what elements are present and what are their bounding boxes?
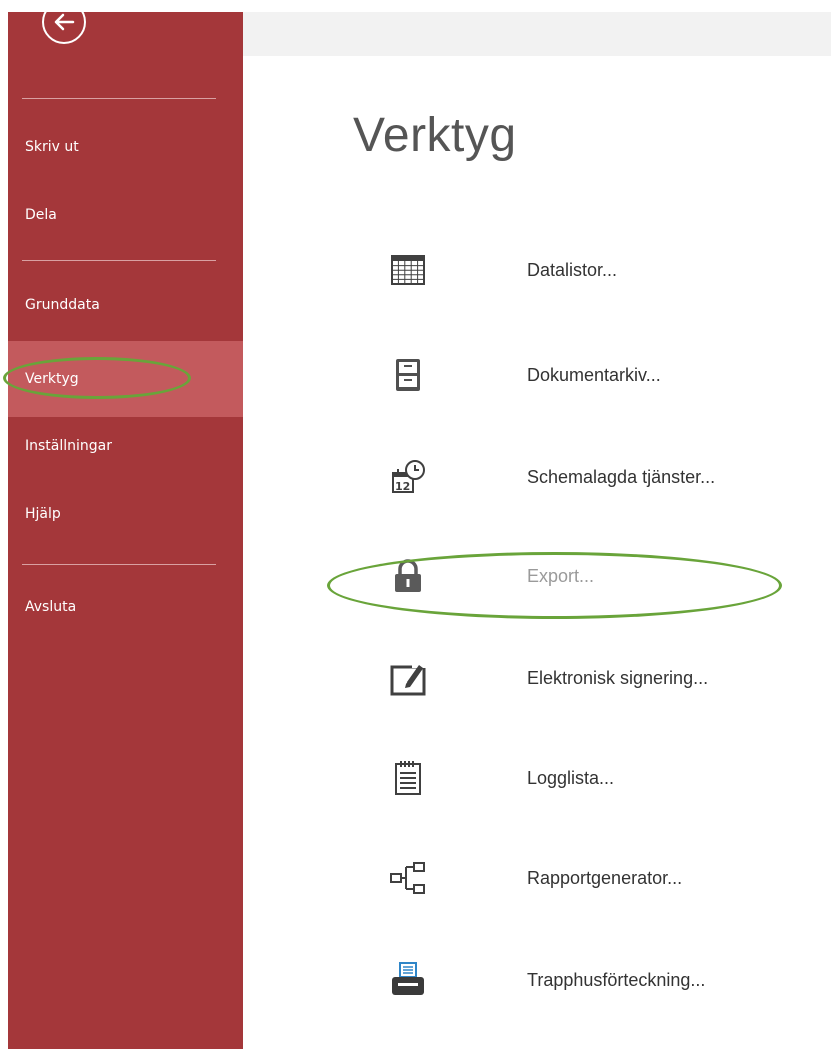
- nav-item-share[interactable]: Dela: [8, 195, 243, 235]
- tool-document-archive[interactable]: Dokumentarkiv...: [370, 345, 831, 405]
- sidebar: Skriv ut Dela Grunddata Verktyg Inställn…: [8, 0, 243, 1049]
- tool-label: Dokumentarkiv...: [527, 365, 661, 385]
- tool-report-generator[interactable]: Rapportgenerator...: [370, 848, 831, 908]
- divider: [22, 564, 216, 565]
- tool-label: Trapphusförteckning...: [527, 970, 706, 990]
- signature-icon: [390, 662, 426, 696]
- arrow-left-icon: [54, 13, 75, 31]
- lock-icon: [395, 559, 421, 592]
- nav-item-tools[interactable]: Verktyg: [8, 341, 243, 417]
- tool-label: Schemalagda tjänster...: [527, 467, 716, 487]
- notepad-icon: [395, 761, 421, 795]
- divider: [22, 260, 216, 261]
- tool-log-list[interactable]: Logglista...: [370, 748, 831, 808]
- tool-data-lists[interactable]: Datalistor...: [370, 240, 831, 300]
- nav-item-exit[interactable]: Avsluta: [8, 587, 243, 627]
- divider: [22, 98, 216, 99]
- calendar-clock-icon: 12: [392, 460, 425, 493]
- nav-item-print[interactable]: Skriv ut: [8, 127, 243, 167]
- tool-stairwell-directory[interactable]: Trapphusförteckning...: [370, 950, 831, 1010]
- tool-export[interactable]: Export...: [370, 546, 831, 606]
- hierarchy-icon: [390, 862, 425, 894]
- nav-item-help[interactable]: Hjälp: [8, 494, 243, 534]
- tool-label: Elektronisk signering...: [527, 668, 709, 688]
- title-bar: [243, 12, 831, 56]
- nav-item-basic-data[interactable]: Grunddata: [8, 285, 243, 325]
- tool-label: Rapportgenerator...: [527, 868, 683, 888]
- tool-electronic-signing[interactable]: Elektronisk signering...: [370, 648, 831, 708]
- cabinet-icon: [396, 359, 420, 391]
- tool-label: Datalistor...: [527, 260, 618, 280]
- tool-label: Logglista...: [527, 768, 615, 788]
- svg-text:12: 12: [395, 480, 410, 493]
- tool-scheduled-services[interactable]: 12 Schemalagda tjänster...: [370, 447, 831, 507]
- page-title: Verktyg: [353, 109, 517, 162]
- table-icon: [391, 255, 425, 285]
- printer-icon: [392, 962, 424, 995]
- nav-item-settings[interactable]: Inställningar: [8, 426, 243, 466]
- back-button[interactable]: [42, 0, 86, 44]
- tool-label: Export...: [527, 566, 595, 586]
